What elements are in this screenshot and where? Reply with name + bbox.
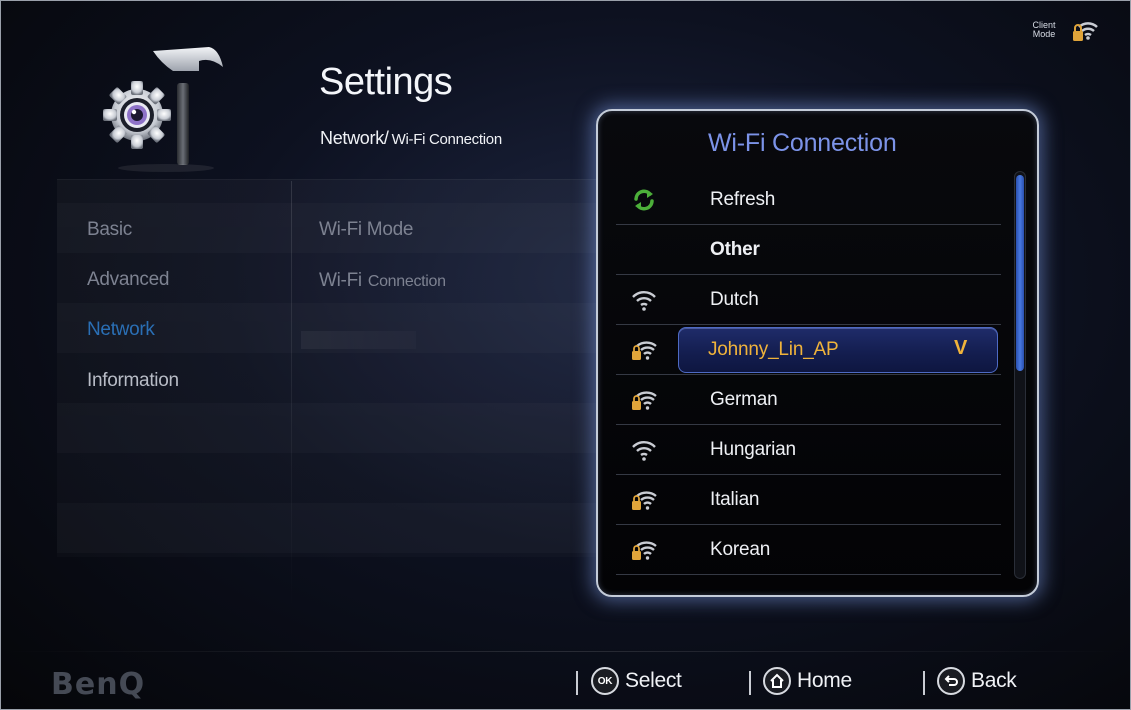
back-button[interactable]: Back <box>937 667 1017 695</box>
wifi-dialog-title: Wi-Fi Connection <box>708 129 897 157</box>
select-button[interactable]: OK Select <box>591 667 682 695</box>
breadcrumb-sub: Wi-Fi Connection <box>391 131 503 148</box>
wifi-lock-icon <box>632 391 657 410</box>
menu-item-network[interactable]: Network <box>87 319 155 341</box>
wifi-row-label: Korean <box>710 539 771 560</box>
wifi-row-korean[interactable]: Korean <box>616 525 1001 575</box>
home-button[interactable]: Home <box>763 667 852 695</box>
back-icon <box>937 667 965 695</box>
breadcrumb: Network/Wi-Fi Connection <box>320 128 502 149</box>
wifi-row-label: Johnny_Lin_AP <box>708 339 839 360</box>
footer-separator <box>576 671 578 695</box>
wifi-row-label: Other <box>710 239 760 260</box>
benq-logo: BenQ <box>51 667 146 702</box>
wifi-row-refresh[interactable]: Refresh <box>616 175 1001 225</box>
settings-app-icon <box>103 47 223 172</box>
home-icon <box>763 667 791 695</box>
wifi-row-label: Hungarian <box>710 439 796 460</box>
select-button-label: Select <box>625 669 682 692</box>
wifi-row-label: Refresh <box>710 189 776 210</box>
wifi-icon <box>632 441 656 461</box>
wifi-connection-dialog: Wi-Fi Connection Refresh Other Dutch Joh… <box>596 109 1039 597</box>
ok-icon: OK <box>591 667 619 695</box>
menu-item-advanced[interactable]: Advanced <box>87 269 169 291</box>
refresh-icon <box>634 189 654 211</box>
wifi-lock-icon <box>632 341 657 360</box>
menu-item-basic[interactable]: Basic <box>87 219 132 241</box>
breadcrumb-main: Network/ <box>320 128 389 148</box>
wifi-row-italian[interactable]: Italian <box>616 475 1001 525</box>
wifi-row-hungarian[interactable]: Hungarian <box>616 425 1001 475</box>
menu-stripe <box>57 403 597 453</box>
footer-divider <box>1 651 1130 652</box>
wifi-lock-icon <box>632 491 657 510</box>
submenu-item-wifi-connection-label-a: Wi-Fi <box>319 270 362 291</box>
wifi-row-label: Italian <box>710 489 760 510</box>
wifi-row-johnny-lin-ap[interactable]: Johnny_Lin_AP V <box>616 325 1001 375</box>
selected-check-mark: V <box>954 337 968 359</box>
wifi-row-german[interactable]: German <box>616 375 1001 425</box>
wifi-lock-icon <box>632 541 657 560</box>
page-title: Settings <box>319 61 453 103</box>
home-button-label: Home <box>797 669 852 692</box>
ok-icon-text: OK <box>597 675 613 687</box>
home-glyph <box>770 673 784 688</box>
settings-screen: Client Mode Settings Network/ Wi-Fi Conn… <box>0 0 1131 710</box>
client-mode-label: Client Mode <box>1026 21 1062 39</box>
footer-separator <box>749 671 751 695</box>
menu-item-information[interactable]: Information <box>87 370 179 392</box>
client-mode-indicator: Client Mode <box>1026 15 1100 45</box>
submenu-item-wifi-mode-label-a: Wi-Fi <box>319 219 362 240</box>
back-button-label: Back <box>971 669 1017 692</box>
submenu-item-wifi-connection-label-b: Connection <box>367 273 446 290</box>
wifi-lock-icon <box>1073 22 1098 41</box>
wifi-row-label: Dutch <box>710 289 759 310</box>
menu-divider <box>291 181 292 611</box>
scrollbar-thumb[interactable] <box>1016 175 1024 371</box>
footer-separator <box>923 671 925 695</box>
wifi-row-label: German <box>710 389 778 410</box>
submenu-item-wifi-connection[interactable]: Wi-Fi Connection <box>319 270 446 292</box>
client-mode-label-line2: Mode <box>1032 29 1056 39</box>
submenu-item-wifi-mode-label-b: Mode <box>366 219 414 240</box>
wifi-row-other[interactable]: Other <box>616 225 1001 275</box>
wifi-list-scrollbar[interactable] <box>1014 171 1026 579</box>
menu-stripe <box>57 503 597 553</box>
submenu-highlight <box>301 331 416 349</box>
submenu-item-wifi-mode[interactable]: Wi-Fi Mode <box>319 219 413 241</box>
wifi-row-dutch[interactable]: Dutch <box>616 275 1001 325</box>
back-glyph <box>944 675 958 686</box>
wifi-icon <box>632 291 656 311</box>
